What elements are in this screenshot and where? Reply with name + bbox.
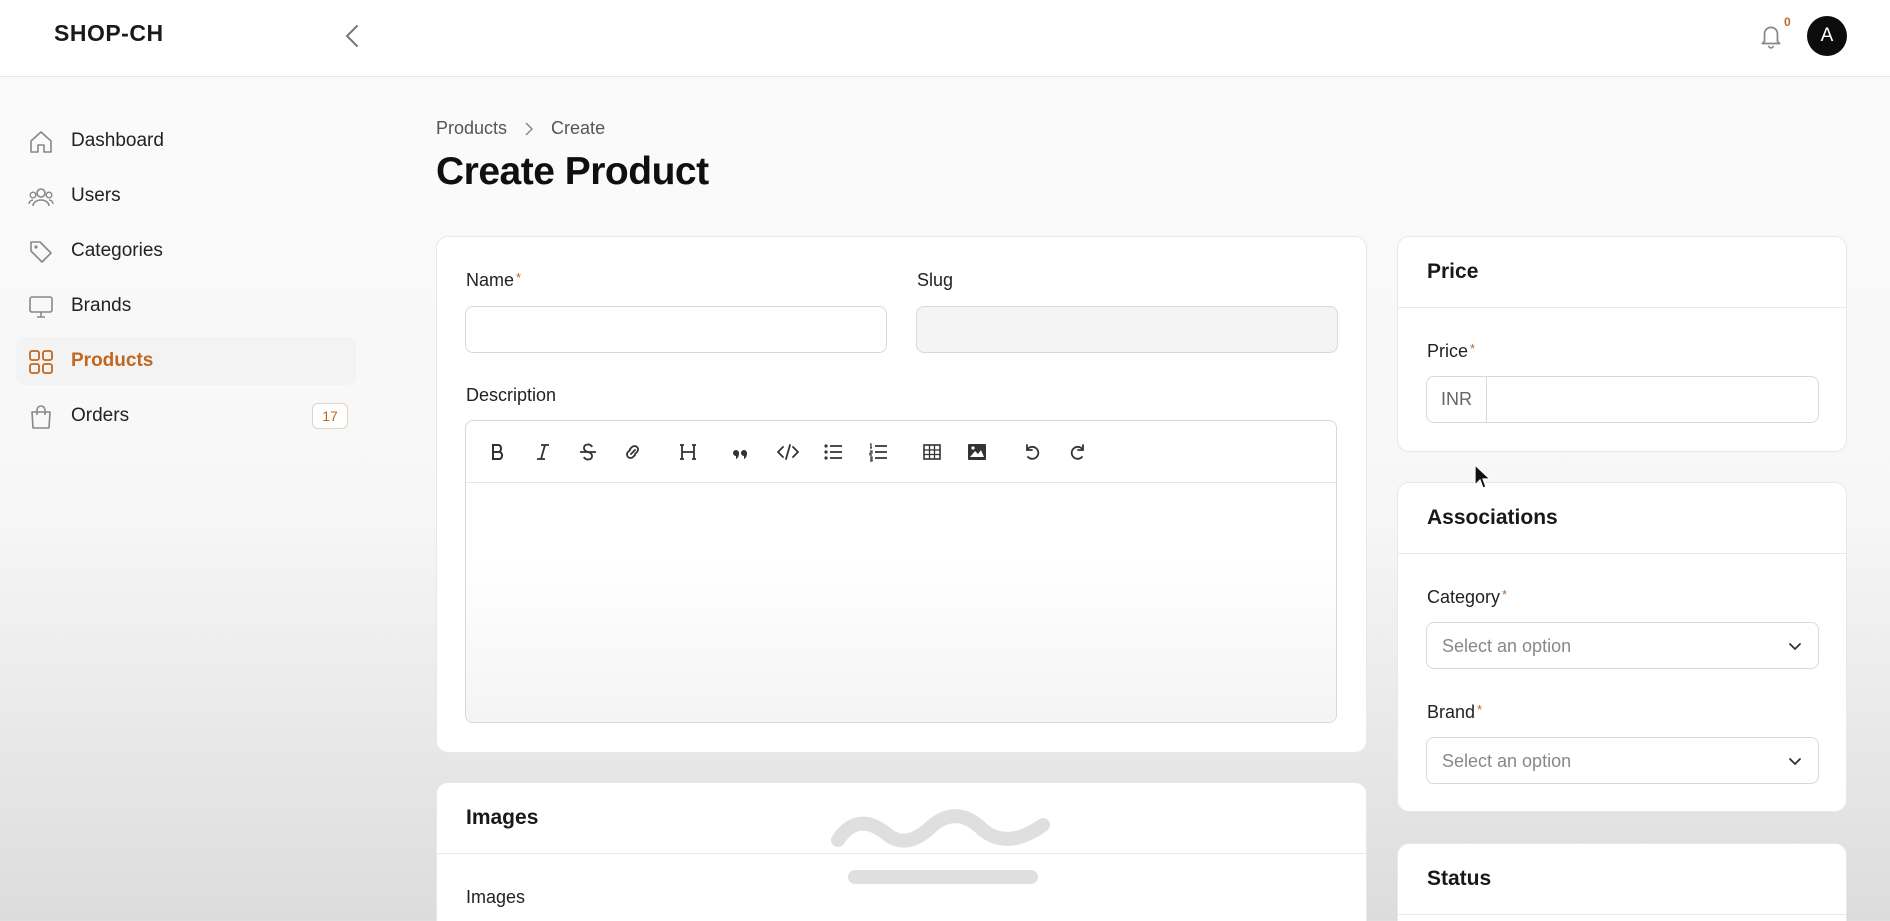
tag-icon: [30, 241, 52, 263]
product-details-card: Name * Slug Description: [436, 236, 1367, 753]
orders-count-badge: 17: [312, 403, 348, 429]
slug-input[interactable]: [916, 306, 1338, 353]
strikethrough-icon: [580, 443, 596, 461]
blockquote-icon: [733, 450, 747, 459]
brand-select-placeholder: Select an option: [1442, 751, 1572, 771]
home-icon: [30, 131, 52, 153]
sidebar-item-dashboard[interactable]: Dashboard: [16, 117, 356, 165]
sidebar-item-label: Brands: [71, 295, 132, 316]
chevron-down-icon: [1789, 758, 1801, 766]
sidebar-item-label: Orders: [71, 405, 130, 426]
sidebar-item-label: Dashboard: [71, 130, 164, 151]
status-card-title: Status: [1427, 867, 1492, 890]
name-label: Name *: [466, 270, 522, 290]
brand-label: Brand *: [1427, 702, 1483, 722]
code-button[interactable]: [774, 438, 802, 466]
chevron-right-icon: [525, 121, 534, 136]
users-icon: [28, 188, 54, 207]
required-marker: *: [1470, 341, 1476, 356]
required-marker: *: [516, 270, 522, 285]
breadcrumb-products-link[interactable]: Products: [436, 118, 507, 139]
status-card-header: Status: [1398, 844, 1846, 915]
image-icon: [968, 444, 986, 460]
breadcrumb: Products Create: [436, 118, 605, 139]
table-button[interactable]: [918, 438, 946, 466]
sidebar-item-users[interactable]: Users: [16, 172, 356, 220]
notifications-button[interactable]: [1758, 22, 1786, 52]
blockquote-button[interactable]: [729, 438, 757, 466]
sidebar-item-products[interactable]: Products: [16, 337, 356, 385]
strikethrough-button[interactable]: [574, 438, 602, 466]
name-input[interactable]: [465, 306, 887, 353]
ordered-list-icon: [869, 443, 887, 462]
bullet-list-icon: [824, 444, 842, 460]
chevron-left-icon: [345, 25, 358, 47]
heading-button[interactable]: [674, 438, 702, 466]
bullet-list-button[interactable]: [819, 438, 847, 466]
sidebar-item-orders[interactable]: Orders 17: [16, 392, 356, 440]
sidebar-item-brands[interactable]: Brands: [16, 282, 356, 330]
brand-logo[interactable]: SHOP-CH: [54, 20, 164, 47]
link-icon: [626, 445, 639, 459]
brand-select[interactable]: Select an option: [1426, 737, 1819, 784]
italic-icon: [537, 444, 549, 460]
price-card-title: Price: [1427, 260, 1479, 283]
user-avatar[interactable]: A: [1807, 16, 1847, 56]
italic-button[interactable]: [529, 438, 557, 466]
price-card-header: Price: [1398, 237, 1846, 308]
ordered-list-button[interactable]: [864, 438, 892, 466]
monitor-icon: [29, 296, 53, 318]
code-icon: [777, 444, 799, 460]
bold-icon: [492, 444, 504, 460]
breadcrumb-current: Create: [551, 118, 606, 138]
description-label: Description: [466, 385, 557, 405]
price-label: Price *: [1427, 341, 1476, 361]
collapse-sidebar-button[interactable]: [340, 22, 364, 50]
sidebar-item-categories[interactable]: Categories: [16, 227, 356, 275]
editor-toolbar: [466, 421, 1336, 483]
redo-button[interactable]: [1064, 438, 1092, 466]
table-icon: [923, 444, 941, 460]
undo-icon: [1026, 444, 1040, 460]
category-select[interactable]: Select an option: [1426, 622, 1819, 669]
required-marker: *: [1502, 587, 1508, 602]
shopping-bag-icon: [31, 405, 51, 429]
associations-card-title: Associations: [1427, 506, 1558, 529]
images-label: Images: [466, 887, 526, 907]
sidebar-item-label: Users: [71, 185, 121, 206]
currency-prefix: INR: [1427, 377, 1487, 422]
page-title: Create Product: [436, 150, 709, 193]
associations-card-header: Associations: [1398, 483, 1846, 554]
mouse-cursor-icon: [1474, 464, 1492, 489]
redo-icon: [1070, 444, 1084, 460]
price-input[interactable]: [1487, 377, 1818, 422]
sidebar: Dashboard Users Categories Brands Produc…: [0, 77, 370, 921]
required-marker: *: [1477, 702, 1483, 717]
bell-icon: [1761, 26, 1781, 49]
associations-card: Associations Category * Select an option …: [1397, 482, 1847, 812]
undo-button[interactable]: [1018, 438, 1046, 466]
description-editor: [465, 420, 1337, 723]
category-select-placeholder: Select an option: [1442, 636, 1572, 656]
description-text-area[interactable]: [466, 483, 1336, 722]
top-bar: SHOP-CH 0 A: [0, 0, 1890, 77]
chevron-down-icon: [1789, 643, 1801, 651]
images-card-title: Images: [466, 806, 539, 829]
heading-icon: [680, 444, 696, 460]
image-button[interactable]: [963, 438, 991, 466]
grid-icon: [29, 350, 53, 374]
slug-label: Slug: [917, 270, 954, 290]
status-card: Status: [1397, 843, 1847, 921]
notifications-count: 0: [1784, 15, 1791, 29]
price-input-group: INR: [1426, 376, 1819, 423]
watermark-logo: [831, 809, 1050, 884]
sidebar-item-label: Categories: [71, 240, 163, 261]
bold-button[interactable]: [484, 438, 512, 466]
link-button[interactable]: [619, 438, 647, 466]
category-label: Category *: [1427, 587, 1508, 607]
price-card: Price Price * INR: [1397, 236, 1847, 452]
sidebar-item-label: Products: [71, 350, 154, 371]
